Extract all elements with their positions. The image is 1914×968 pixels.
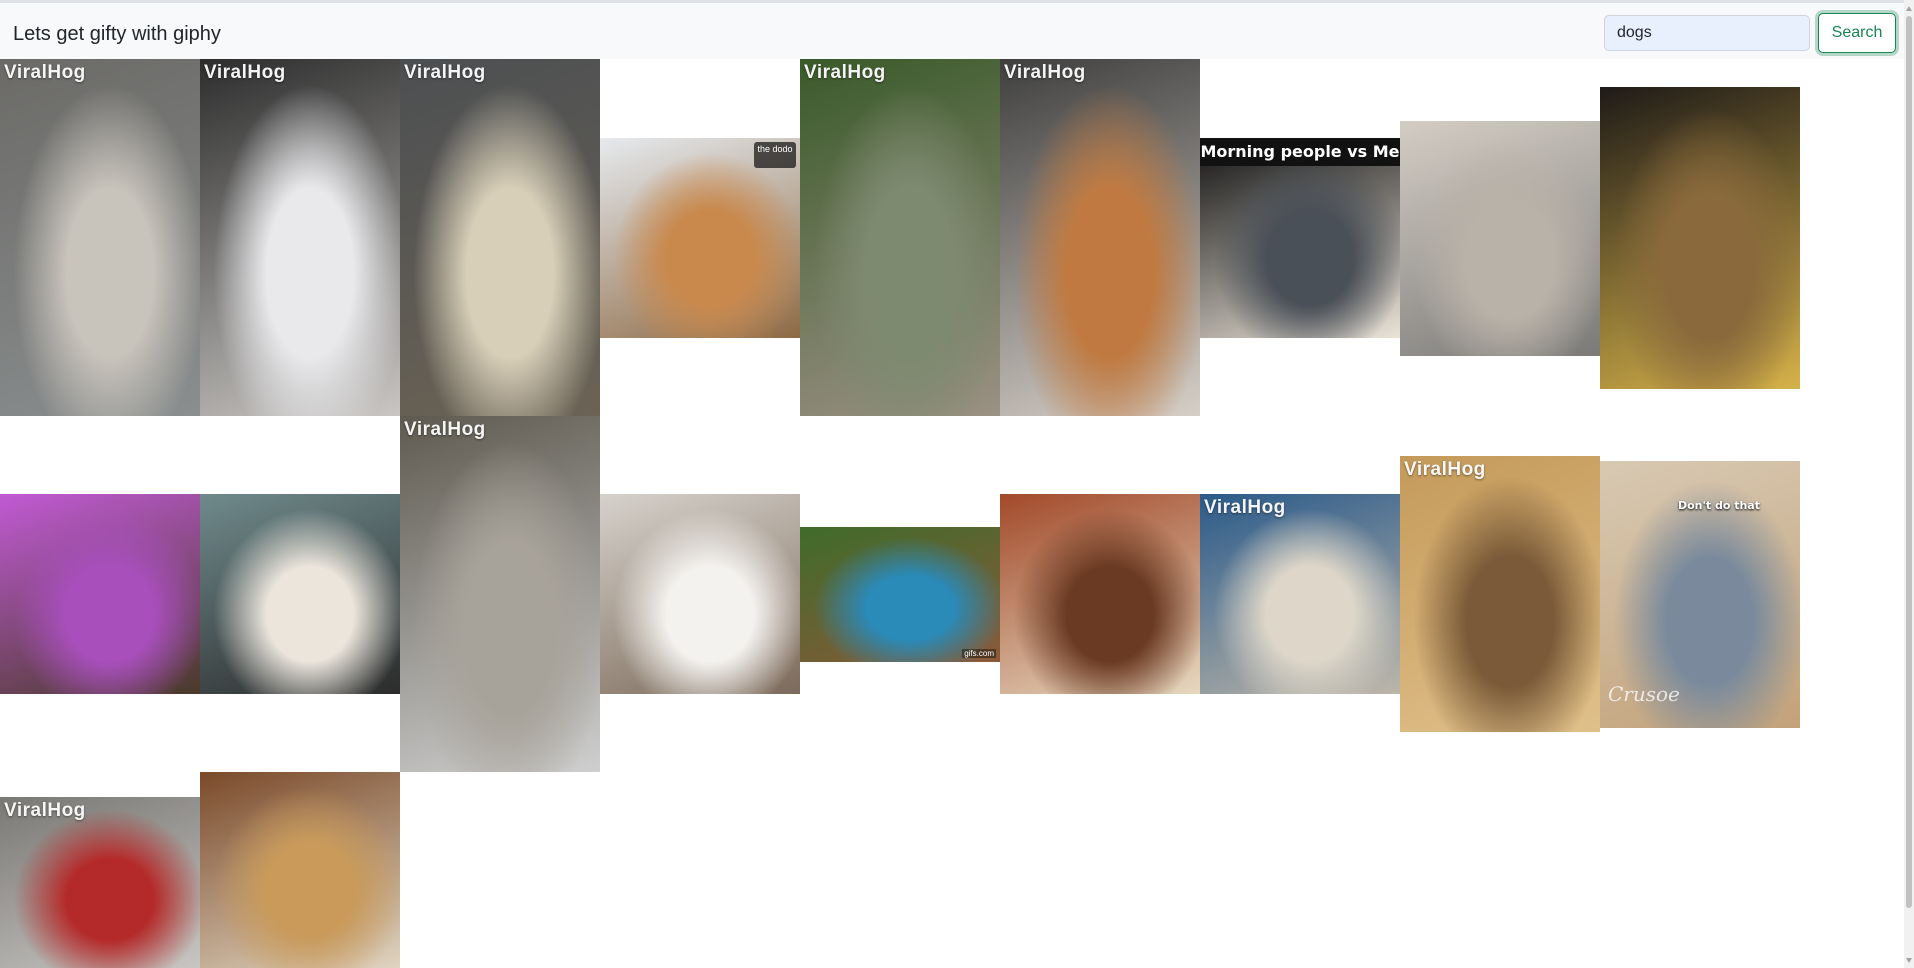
scroll-up-arrow-icon[interactable] bbox=[1906, 6, 1912, 11]
watermark: ViralHog bbox=[1204, 497, 1286, 518]
watermark: ViralHog bbox=[1004, 62, 1086, 83]
gif-result[interactable]: ViralHog bbox=[0, 797, 200, 968]
watermark: ViralHog bbox=[404, 62, 486, 83]
gif-caption: Morning people vs Me bbox=[1200, 138, 1400, 166]
watermark: ViralHog bbox=[204, 62, 286, 83]
gif-caption: Don't do that bbox=[1677, 499, 1760, 512]
gif-signature: Crusoe bbox=[1608, 682, 1680, 706]
watermark: ViralHog bbox=[1404, 459, 1486, 480]
gif-result[interactable]: ViralHog bbox=[400, 59, 600, 416]
gif-result[interactable]: the dodo bbox=[600, 138, 800, 338]
gif-result[interactable] bbox=[1400, 121, 1600, 356]
gif-source-watermark: gifs.com bbox=[962, 649, 996, 658]
gif-result[interactable] bbox=[0, 494, 200, 694]
gif-result[interactable]: ViralHog bbox=[1200, 494, 1400, 694]
gif-result[interactable]: ViralHog bbox=[1400, 456, 1600, 732]
scrollbar-thumb[interactable] bbox=[1906, 16, 1912, 908]
gif-result[interactable]: ViralHog bbox=[1000, 59, 1200, 416]
gif-result[interactable] bbox=[200, 494, 400, 694]
gif-result[interactable]: Morning people vs Me bbox=[1200, 138, 1400, 338]
gif-results-grid: ViralHog ViralHog ViralHog ViralHog Vira… bbox=[0, 0, 1900, 968]
gif-result[interactable]: Don't do that Crusoe bbox=[1600, 461, 1800, 728]
watermark: ViralHog bbox=[4, 800, 86, 821]
gif-result[interactable]: ViralHog bbox=[400, 416, 600, 772]
watermark: ViralHog bbox=[804, 62, 886, 83]
gif-result[interactable]: ViralHog bbox=[0, 59, 200, 416]
gif-result[interactable] bbox=[1000, 494, 1200, 694]
watermark: ViralHog bbox=[404, 419, 486, 440]
watermark: ViralHog bbox=[4, 62, 86, 83]
gif-result[interactable]: ViralHog bbox=[800, 59, 1000, 416]
gif-result[interactable]: ViralHog bbox=[200, 59, 400, 416]
scroll-down-arrow-icon[interactable] bbox=[1906, 958, 1912, 963]
gif-result[interactable] bbox=[200, 772, 400, 968]
gif-result[interactable]: gifs.com bbox=[800, 527, 1000, 662]
gif-result[interactable] bbox=[600, 494, 800, 694]
gif-result[interactable] bbox=[1600, 87, 1800, 389]
the-dodo-logo: the dodo bbox=[754, 142, 796, 168]
